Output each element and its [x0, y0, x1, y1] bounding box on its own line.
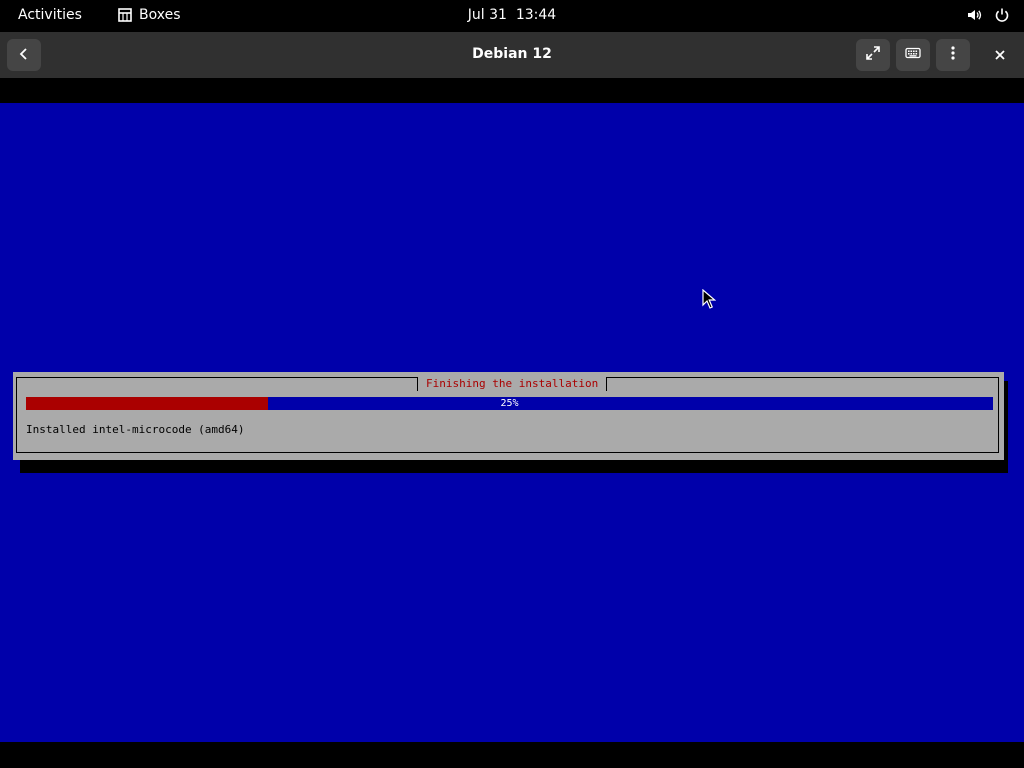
window-title: Debian 12	[472, 46, 552, 62]
fullscreen-button[interactable]	[856, 39, 890, 71]
volume-icon	[966, 7, 982, 23]
dialog-title: Finishing the installation	[417, 377, 608, 391]
activities-button[interactable]: Activities	[18, 7, 82, 23]
close-icon	[994, 46, 1006, 65]
system-menu[interactable]	[966, 7, 1010, 23]
dialog-frame: Finishing the installation 25% Installed…	[16, 377, 999, 453]
back-icon	[17, 46, 31, 65]
back-button[interactable]	[7, 39, 41, 71]
power-icon	[994, 7, 1010, 23]
menu-button[interactable]	[936, 39, 970, 71]
progress-percent: 25%	[500, 398, 519, 409]
progress-dialog: Finishing the installation 25% Installed…	[13, 372, 1004, 460]
header-bar: Debian 12	[0, 32, 1024, 78]
keyboard-icon	[905, 45, 921, 65]
clock[interactable]: Jul 31 13:44	[468, 7, 556, 23]
app-menu[interactable]: Boxes	[117, 7, 181, 23]
boxes-icon	[117, 7, 133, 23]
top-bar: Activities Boxes Jul 31 13:44	[0, 0, 1024, 32]
close-button[interactable]	[983, 39, 1017, 71]
fullscreen-icon	[865, 45, 881, 65]
progress-bar: 25%	[26, 397, 993, 410]
status-text: Installed intel-microcode (amd64)	[26, 423, 245, 436]
keyboard-button[interactable]	[896, 39, 930, 71]
menu-icon	[945, 45, 961, 65]
app-name: Boxes	[139, 7, 181, 23]
mouse-cursor-icon	[702, 288, 717, 313]
